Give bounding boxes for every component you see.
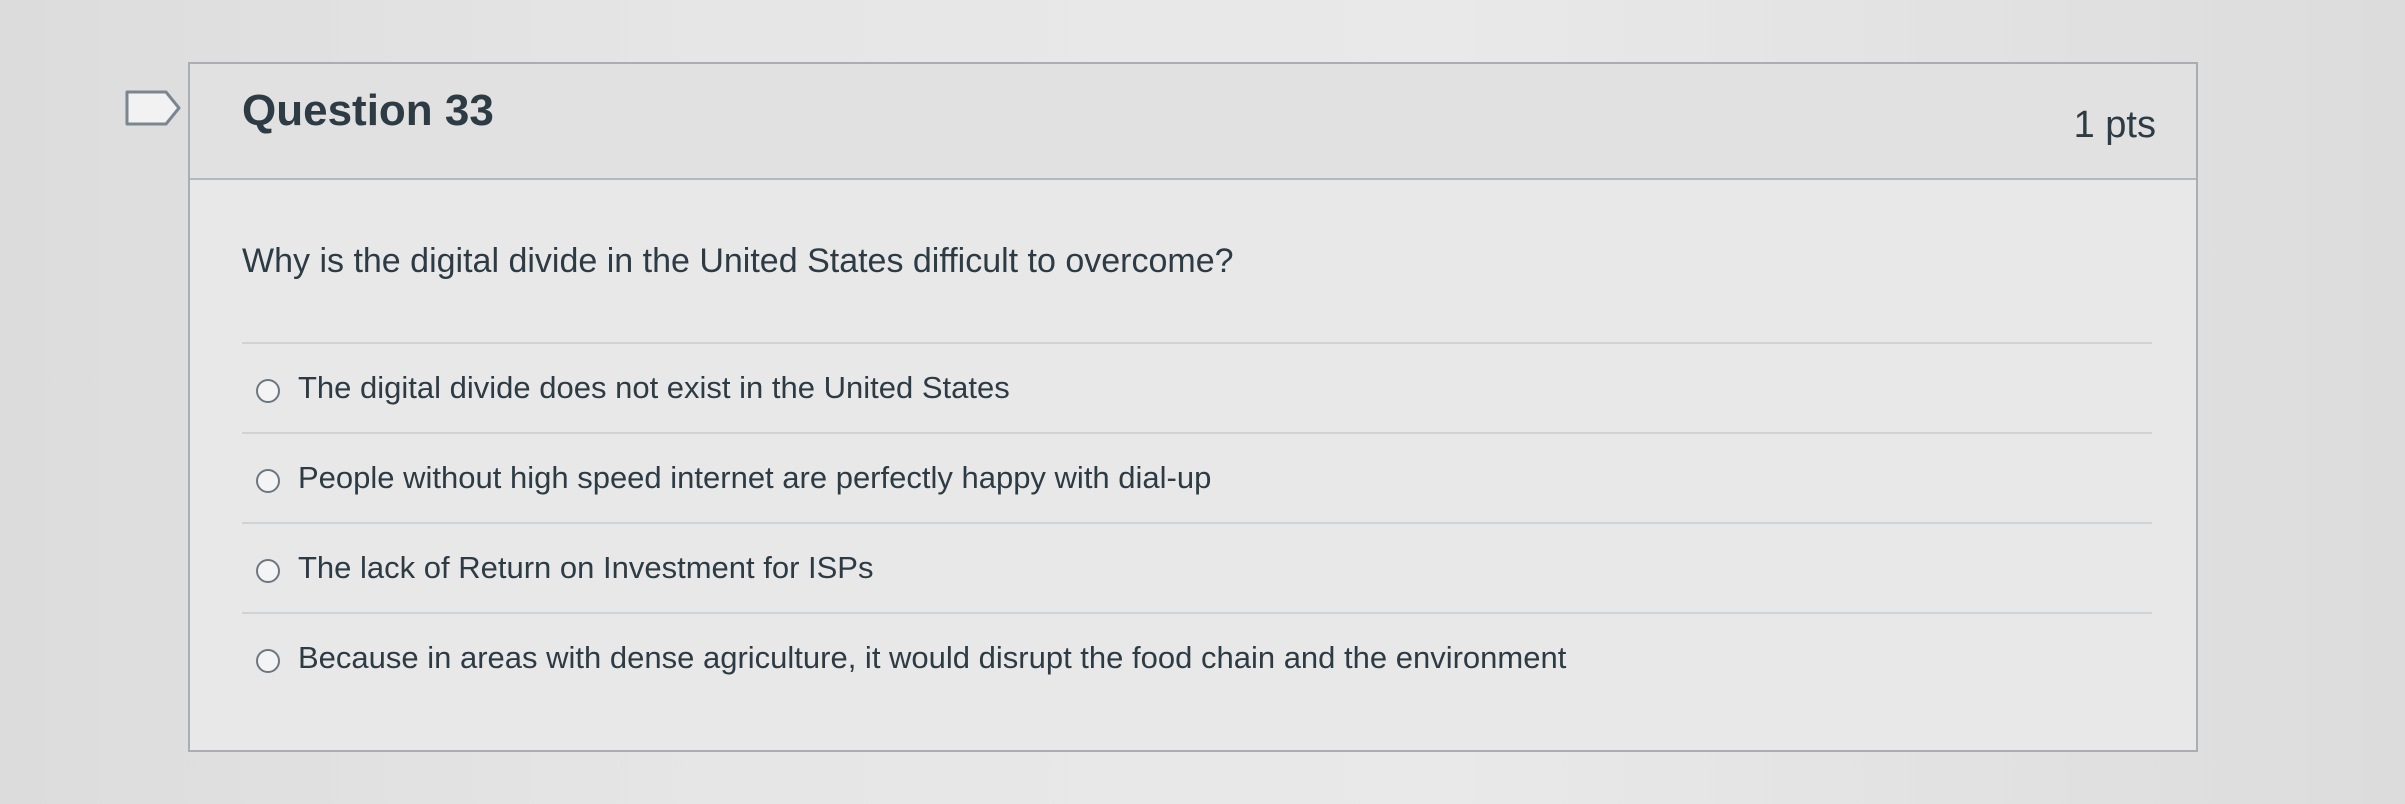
- answer-list: The digital divide does not exist in the…: [242, 342, 2152, 702]
- question-title: Question 33: [242, 86, 494, 135]
- radio-unselected-icon[interactable]: [256, 559, 280, 583]
- answer-option[interactable]: Because in areas with dense agriculture,…: [242, 612, 2152, 702]
- radio-unselected-icon[interactable]: [256, 379, 280, 403]
- radio-unselected-icon[interactable]: [256, 469, 280, 493]
- question-header: Question 33 1 pts: [190, 64, 2196, 180]
- question-points: 1 pts: [2073, 104, 2156, 146]
- answer-label[interactable]: Because in areas with dense agriculture,…: [298, 640, 1566, 676]
- answer-option[interactable]: The digital divide does not exist in the…: [242, 342, 2152, 432]
- question-text: Why is the digital divide in the United …: [242, 242, 1234, 280]
- radio-unselected-icon[interactable]: [256, 649, 280, 673]
- answer-option[interactable]: The lack of Return on Investment for ISP…: [242, 522, 2152, 612]
- answer-label[interactable]: The digital divide does not exist in the…: [298, 370, 1010, 406]
- answer-label[interactable]: The lack of Return on Investment for ISP…: [298, 550, 873, 586]
- answer-option[interactable]: People without high speed internet are p…: [242, 432, 2152, 522]
- question-card: Question 33 1 pts Why is the digital div…: [188, 62, 2198, 752]
- flag-question-icon[interactable]: [124, 88, 182, 128]
- answer-label[interactable]: People without high speed internet are p…: [298, 460, 1211, 496]
